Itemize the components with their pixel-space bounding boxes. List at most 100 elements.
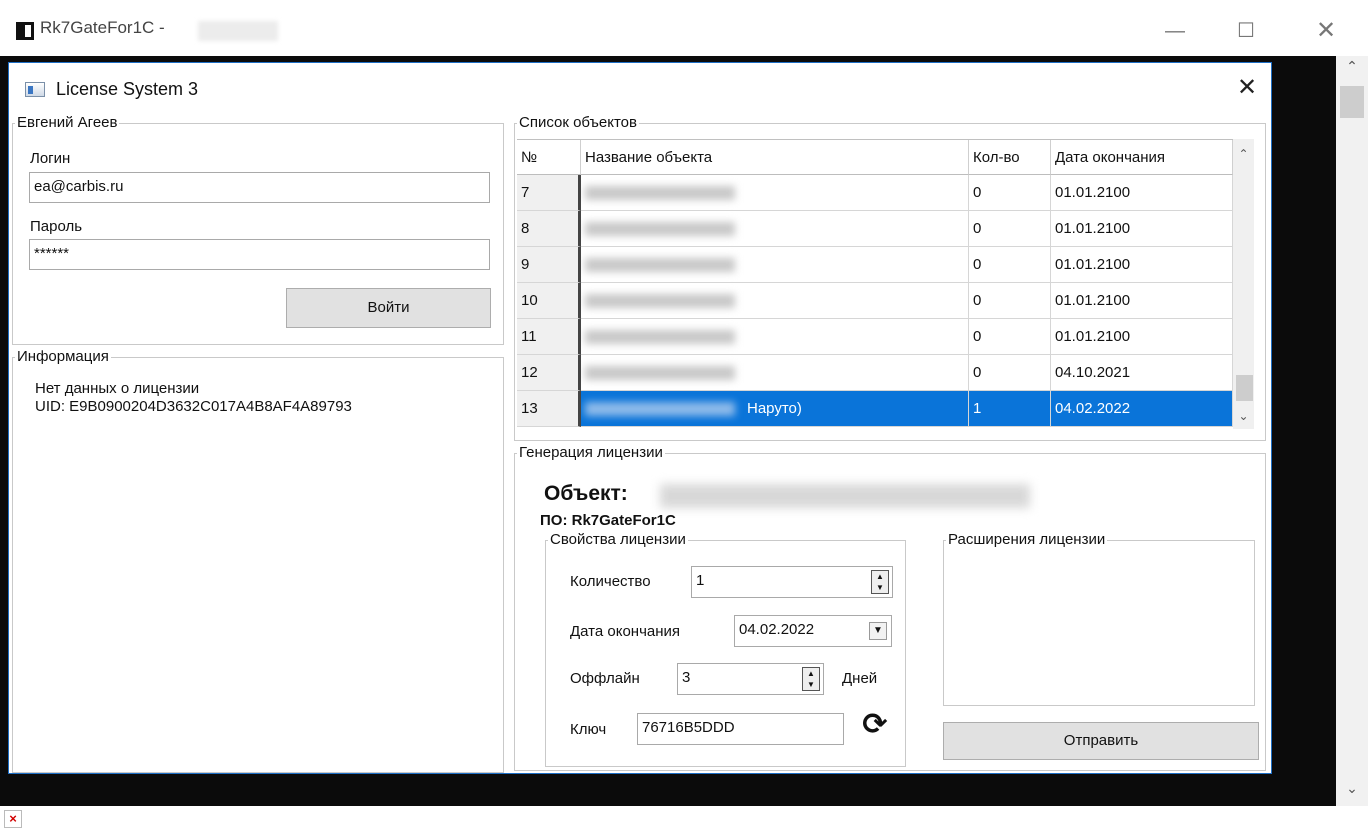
cell-number[interactable]: 7 bbox=[517, 175, 581, 211]
column-header-qty[interactable]: Кол-во bbox=[969, 140, 1051, 175]
scroll-thumb[interactable] bbox=[1236, 375, 1253, 401]
broken-image-icon: × bbox=[4, 810, 22, 828]
quantity-label: Количество bbox=[570, 573, 651, 590]
table-scrollbar[interactable]: ⌃ ⌄ bbox=[1233, 139, 1254, 429]
extensions-title: Расширения лицензии bbox=[946, 531, 1108, 549]
cell-name[interactable] bbox=[581, 175, 969, 211]
license-status-text: Нет данных о лицензии bbox=[35, 380, 200, 397]
cell-qty[interactable]: 0 bbox=[969, 211, 1051, 247]
chevron-down-icon[interactable]: ▼ bbox=[869, 622, 887, 640]
end-date-label: Дата окончания bbox=[570, 623, 681, 640]
window-icon bbox=[25, 82, 45, 97]
login-button[interactable]: Войти bbox=[286, 288, 491, 328]
cell-name[interactable] bbox=[581, 283, 969, 319]
close-dialog-button[interactable]: ✕ bbox=[1229, 73, 1265, 105]
table-row[interactable]: 9 0 01.01.2100 bbox=[517, 247, 1233, 283]
scroll-down-icon[interactable]: ⌄ bbox=[1233, 409, 1254, 423]
scroll-down-icon[interactable]: ⌄ bbox=[1336, 780, 1368, 804]
cell-qty[interactable]: 1 bbox=[969, 391, 1051, 427]
end-date-picker[interactable]: 04.02.2022 ▼ bbox=[734, 615, 892, 647]
cell-qty[interactable]: 0 bbox=[969, 319, 1051, 355]
object-name-text: Наруто) bbox=[747, 400, 802, 417]
quantity-stepper[interactable]: 1 ▲ ▼ bbox=[691, 566, 893, 598]
password-input[interactable]: ****** bbox=[29, 239, 490, 270]
user-name-title: Евгений Агеев bbox=[15, 114, 120, 132]
refresh-icon[interactable]: ⟳ bbox=[858, 708, 892, 742]
redacted-object-name bbox=[585, 294, 735, 309]
table-row[interactable]: 8 0 01.01.2100 bbox=[517, 211, 1233, 247]
close-app-button[interactable]: ✕ bbox=[1306, 14, 1346, 48]
send-button[interactable]: Отправить bbox=[943, 722, 1259, 760]
uid-text: UID: E9B0900204D3632C017A4B8AF4A89793 bbox=[35, 398, 352, 415]
app-titlebar: Rk7GateFor1C - — ☐ ✕ bbox=[0, 0, 1368, 62]
app-icon bbox=[16, 22, 34, 40]
page-scrollbar[interactable]: ⌃ ⌄ bbox=[1336, 56, 1368, 806]
cell-number[interactable]: 12 bbox=[517, 355, 581, 391]
column-header-name[interactable]: Название объекта bbox=[581, 140, 969, 175]
redacted-object-name bbox=[660, 484, 1030, 508]
cell-number[interactable]: 11 bbox=[517, 319, 581, 355]
generation-title: Генерация лицензии bbox=[517, 444, 665, 462]
scroll-up-icon[interactable]: ⌃ bbox=[1336, 58, 1368, 82]
minimize-button[interactable]: — bbox=[1155, 14, 1195, 48]
column-header-end-date[interactable]: Дата окончания bbox=[1051, 140, 1233, 175]
table-row[interactable]: 7 0 01.01.2100 bbox=[517, 175, 1233, 211]
cell-end-date[interactable]: 04.10.2021 bbox=[1051, 355, 1233, 391]
spinner-icon[interactable]: ▲ ▼ bbox=[802, 667, 820, 691]
cell-qty[interactable]: 0 bbox=[969, 283, 1051, 319]
cell-end-date[interactable]: 01.01.2100 bbox=[1051, 319, 1233, 355]
cell-number[interactable]: 9 bbox=[517, 247, 581, 283]
cell-name[interactable] bbox=[581, 355, 969, 391]
info-group: Информация Нет данных о лицензии UID: E9… bbox=[12, 348, 504, 773]
offline-days-stepper[interactable]: 3 ▲ ▼ bbox=[677, 663, 824, 695]
cell-name[interactable]: Наруто) bbox=[581, 391, 969, 427]
object-label: Объект: bbox=[544, 482, 628, 505]
cell-end-date[interactable]: 01.01.2100 bbox=[1051, 175, 1233, 211]
cell-end-date[interactable]: 01.01.2100 bbox=[1051, 211, 1233, 247]
redacted-object-name bbox=[585, 186, 735, 201]
app-title: Rk7GateFor1C - bbox=[40, 18, 165, 37]
license-properties-group: Свойства лицензии Количество 1 ▲ ▼ Дата о… bbox=[545, 531, 906, 767]
scroll-up-icon[interactable]: ⌃ bbox=[1233, 147, 1254, 161]
offline-label: Оффлайн bbox=[570, 670, 640, 687]
end-date-value: 04.02.2022 bbox=[739, 621, 815, 638]
license-dialog: License System 3 ✕ Евгений Агеев Логин e… bbox=[8, 62, 1272, 774]
cell-qty[interactable]: 0 bbox=[969, 175, 1051, 211]
cell-end-date[interactable]: 01.01.2100 bbox=[1051, 247, 1233, 283]
table-row[interactable]: 12 0 04.10.2021 bbox=[517, 355, 1233, 391]
cell-end-date[interactable]: 01.01.2100 bbox=[1051, 283, 1233, 319]
login-input[interactable]: ea@carbis.ru bbox=[29, 172, 490, 203]
quantity-value: 1 bbox=[696, 572, 705, 589]
properties-title: Свойства лицензии bbox=[548, 531, 688, 549]
days-label: Дней bbox=[842, 670, 878, 687]
redacted-title-part bbox=[198, 21, 278, 41]
key-input[interactable]: 76716B5DDD bbox=[637, 713, 844, 745]
cell-qty[interactable]: 0 bbox=[969, 355, 1051, 391]
objects-group: Список объектов № Название объекта Кол-в… bbox=[514, 114, 1266, 441]
login-group: Евгений Агеев Логин ea@carbis.ru Пароль … bbox=[12, 114, 504, 345]
redacted-object-name bbox=[585, 402, 735, 417]
license-extensions-group: Расширения лицензии bbox=[943, 531, 1255, 706]
cell-end-date[interactable]: 04.02.2022 bbox=[1051, 391, 1233, 427]
offline-value: 3 bbox=[682, 669, 691, 686]
cell-qty[interactable]: 0 bbox=[969, 247, 1051, 283]
table-row[interactable]: 11 0 01.01.2100 bbox=[517, 319, 1233, 355]
scroll-thumb[interactable] bbox=[1340, 86, 1364, 118]
cell-number[interactable]: 10 bbox=[517, 283, 581, 319]
column-header-number[interactable]: № bbox=[517, 140, 581, 175]
table-row[interactable]: 13 Наруто) 1 04.02.2022 bbox=[517, 391, 1233, 427]
spinner-icon[interactable]: ▲ ▼ bbox=[871, 570, 889, 594]
cell-number[interactable]: 13 bbox=[517, 391, 581, 427]
objects-title: Список объектов bbox=[517, 114, 639, 132]
table-row[interactable]: 10 0 01.01.2100 bbox=[517, 283, 1233, 319]
maximize-button[interactable]: ☐ bbox=[1226, 14, 1266, 48]
redacted-object-name bbox=[585, 258, 735, 273]
cell-name[interactable] bbox=[581, 211, 969, 247]
password-label: Пароль bbox=[30, 218, 83, 235]
redacted-object-name bbox=[585, 366, 735, 381]
cell-name[interactable] bbox=[581, 247, 969, 283]
cell-number[interactable]: 8 bbox=[517, 211, 581, 247]
cell-name[interactable] bbox=[581, 319, 969, 355]
login-label: Логин bbox=[30, 150, 71, 167]
redacted-object-name bbox=[585, 222, 735, 237]
